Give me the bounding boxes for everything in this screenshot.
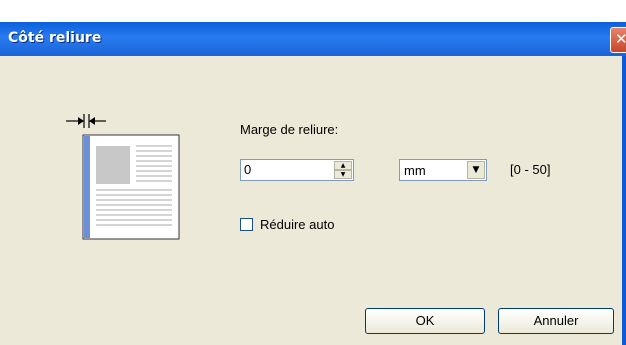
cancel-button[interactable]: Annuler (498, 308, 614, 334)
spin-up-icon[interactable]: ▲ (334, 161, 352, 170)
spin-down-icon[interactable]: ▼ (334, 170, 352, 179)
binding-margin-label: Marge de reliure: (240, 122, 339, 137)
ok-button[interactable]: OK (365, 308, 485, 334)
close-icon: ✕ (615, 30, 626, 48)
dialog-body: Marge de reliure: (0, 56, 626, 345)
window-title: Côté reliure (8, 30, 102, 46)
unit-value: mm (404, 163, 426, 178)
close-button[interactable]: ✕ (610, 27, 626, 53)
binding-margin-input[interactable]: 0 ▲ ▼ (240, 159, 354, 181)
auto-reduce-checkbox[interactable] (240, 218, 253, 231)
page-binding-icon (66, 114, 180, 240)
unit-select[interactable]: mm ▼ (399, 159, 487, 181)
auto-reduce-label: Réduire auto (260, 217, 335, 232)
range-label: [0 - 50] (510, 162, 551, 177)
spin-buttons: ▲ ▼ (334, 161, 352, 179)
binding-margin-value: 0 (244, 162, 252, 177)
dialog-window: Côté reliure ✕ Marge de reliure: 0 ▲ ▼ m… (0, 0, 626, 345)
title-bar: Côté reliure ✕ (0, 22, 626, 56)
chevron-down-icon[interactable]: ▼ (467, 161, 485, 179)
